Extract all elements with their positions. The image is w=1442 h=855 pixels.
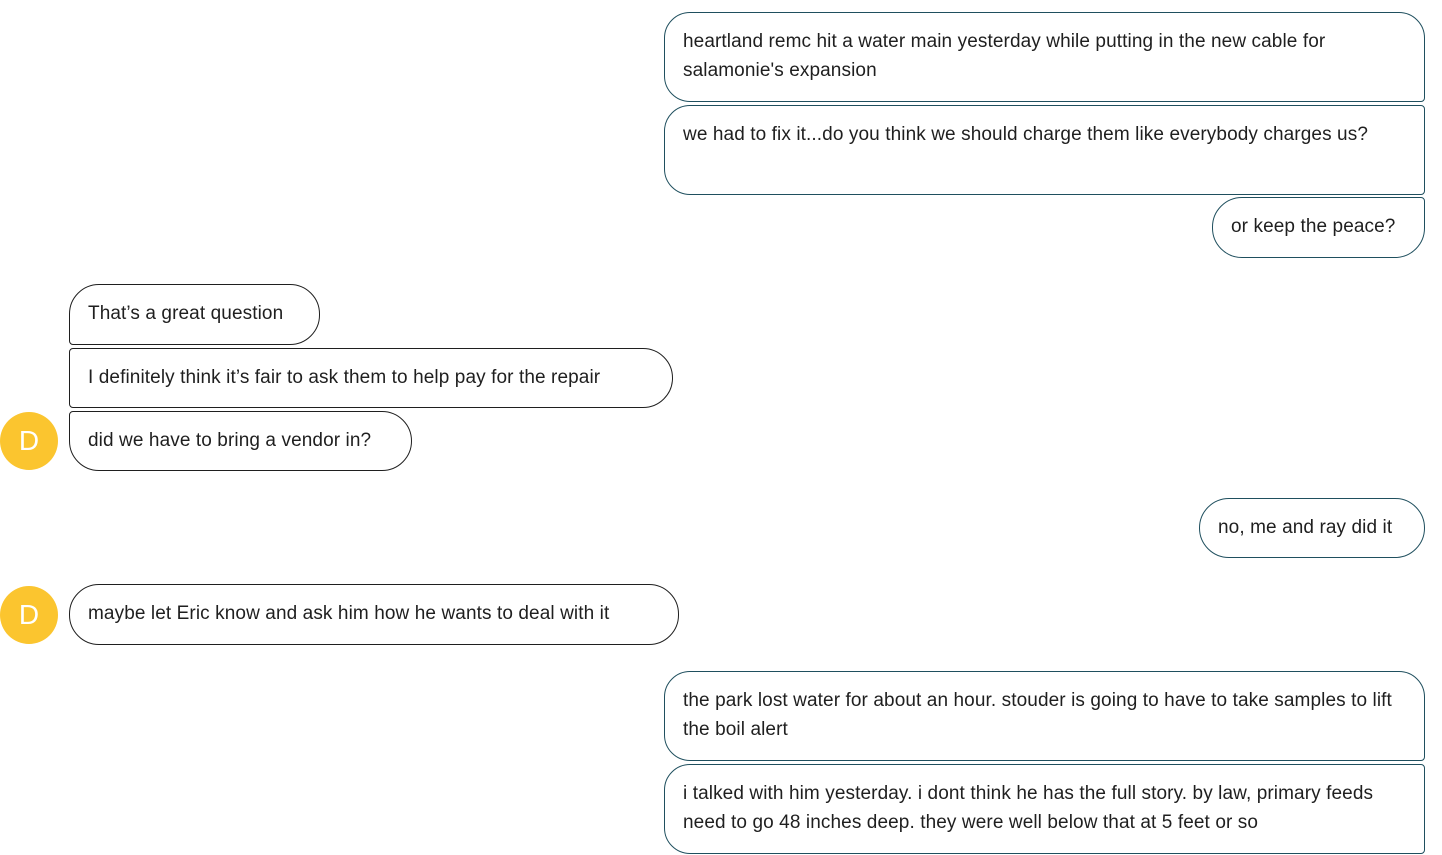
message-bubble-incoming[interactable]: maybe let Eric know and ask him how he w… [69, 584, 679, 645]
avatar-initial: D [18, 425, 40, 456]
message-text: heartland remc hit a water main yesterda… [683, 31, 1326, 81]
message-text: or keep the peace? [1231, 216, 1396, 237]
message-bubble-incoming[interactable]: did we have to bring a vendor in? [69, 411, 412, 471]
message-text: That’s a great question [88, 303, 284, 324]
message-bubble-incoming[interactable]: That’s a great question [69, 284, 320, 345]
message-bubble-outgoing[interactable]: the park lost water for about an hour. s… [664, 671, 1425, 761]
message-bubble-outgoing[interactable]: or keep the peace? [1212, 197, 1425, 258]
message-text: did we have to bring a vendor in? [88, 430, 372, 451]
sender-avatar: D [0, 586, 58, 644]
message-text: no, me and ray did it [1218, 517, 1393, 538]
message-text: I definitely think it’s fair to ask them… [88, 367, 601, 388]
avatar-initial: D [18, 599, 40, 630]
message-bubble-outgoing[interactable]: i talked with him yesterday. i dont thin… [664, 764, 1425, 854]
message-bubble-incoming[interactable]: I definitely think it’s fair to ask them… [69, 348, 673, 408]
message-text: maybe let Eric know and ask him how he w… [88, 603, 610, 624]
message-bubble-outgoing[interactable]: no, me and ray did it [1199, 498, 1425, 558]
message-text: we had to fix it...do you think we shoul… [683, 124, 1368, 145]
message-text: the park lost water for about an hour. s… [683, 690, 1392, 740]
message-bubble-outgoing[interactable]: we had to fix it...do you think we shoul… [664, 105, 1425, 195]
sender-avatar: D [0, 412, 58, 470]
message-bubble-outgoing[interactable]: heartland remc hit a water main yesterda… [664, 12, 1425, 102]
message-text: i talked with him yesterday. i dont thin… [683, 783, 1374, 833]
